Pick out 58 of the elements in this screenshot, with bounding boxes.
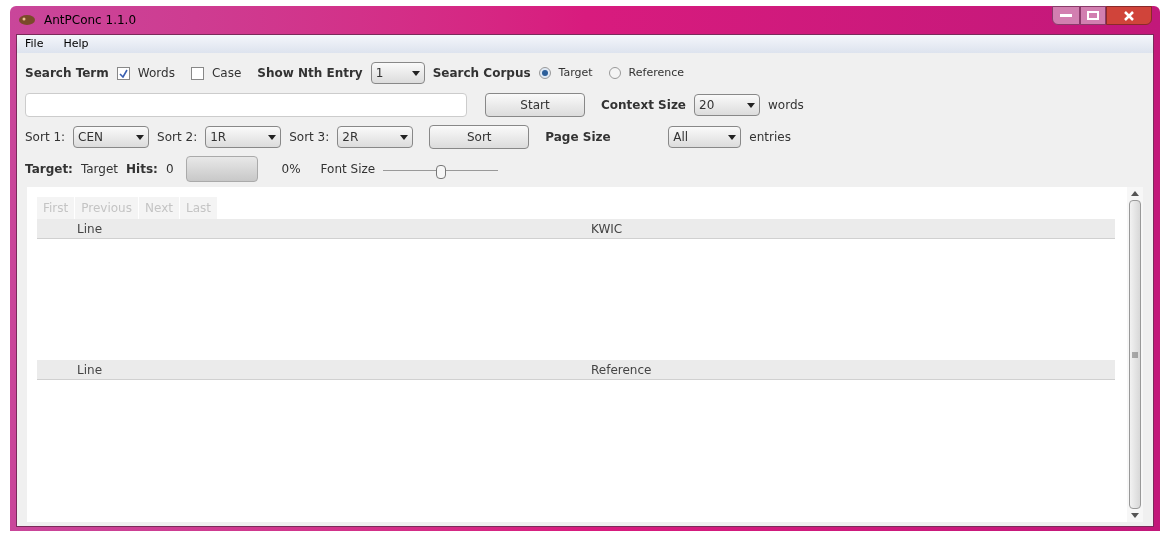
column-header[interactable]: KWIC: [591, 219, 623, 238]
label: Context Size: [601, 97, 686, 114]
maximize-icon: [1087, 11, 1099, 20]
dropdown[interactable]: 1: [370, 62, 425, 84]
label: Target:: [25, 161, 73, 178]
label: Font Size: [320, 161, 376, 178]
label: Show Nth Entry: [257, 65, 363, 82]
column-header[interactable]: Line: [37, 219, 157, 238]
close-icon: [1123, 10, 1135, 21]
scrollbar[interactable]: [1127, 187, 1143, 522]
label: Hits:: [126, 161, 158, 178]
scroll-down-icon[interactable]: [1131, 513, 1139, 518]
label: Sort 3:: [289, 129, 330, 146]
app-icon: [18, 14, 36, 26]
caret-icon: [747, 102, 755, 108]
value-text: 0: [165, 161, 174, 178]
checkbox[interactable]: [116, 66, 130, 80]
caret-icon: [136, 134, 145, 140]
caret-icon: [411, 70, 420, 76]
label: Page Size: [545, 129, 612, 146]
label: Search Corpus: [432, 65, 531, 82]
minimize-icon: [1060, 13, 1072, 18]
dropdown[interactable]: 20: [694, 94, 760, 116]
radio-button[interactable]: [608, 67, 621, 79]
checkbox[interactable]: [190, 66, 204, 80]
label: entries: [749, 129, 791, 146]
dropdown[interactable]: 1R: [205, 126, 282, 148]
column-header[interactable]: Line: [37, 360, 157, 379]
slider-thumb[interactable]: [435, 165, 446, 179]
menu-item[interactable]: Help: [59, 35, 93, 53]
button[interactable]: Start: [485, 93, 585, 117]
checkbox-label: Case: [211, 65, 242, 82]
value-text: Target: [80, 161, 119, 178]
dropdown[interactable]: CEN: [73, 126, 150, 148]
dropdown[interactable]: All: [668, 126, 742, 148]
label: Sort 2:: [157, 129, 198, 146]
button[interactable]: Sort: [429, 125, 530, 149]
dropdown[interactable]: 2R: [337, 126, 414, 148]
label: Search Term: [25, 65, 109, 82]
scroll-up-icon[interactable]: [1131, 191, 1139, 196]
caret-icon: [400, 134, 409, 140]
caret-icon: [268, 134, 277, 140]
radio-label: Reference: [628, 64, 684, 81]
checkbox-label: Words: [137, 65, 175, 82]
maximize-button[interactable]: [1080, 6, 1106, 25]
percent-text: 0%: [281, 161, 301, 178]
label: Sort 1:: [25, 129, 66, 146]
radio-button[interactable]: [538, 67, 551, 79]
radio-label: Target: [558, 64, 593, 81]
scrollbar-thumb[interactable]: [1129, 200, 1141, 509]
minimize-button[interactable]: [1052, 6, 1080, 25]
close-button[interactable]: [1106, 6, 1152, 25]
window-title: AntPConc 1.1.0: [44, 12, 137, 29]
menu-item[interactable]: File: [21, 35, 48, 53]
caret-icon: [728, 134, 737, 140]
search-field[interactable]: [25, 93, 467, 117]
column-header[interactable]: Reference: [591, 360, 652, 379]
label: words: [768, 97, 804, 114]
